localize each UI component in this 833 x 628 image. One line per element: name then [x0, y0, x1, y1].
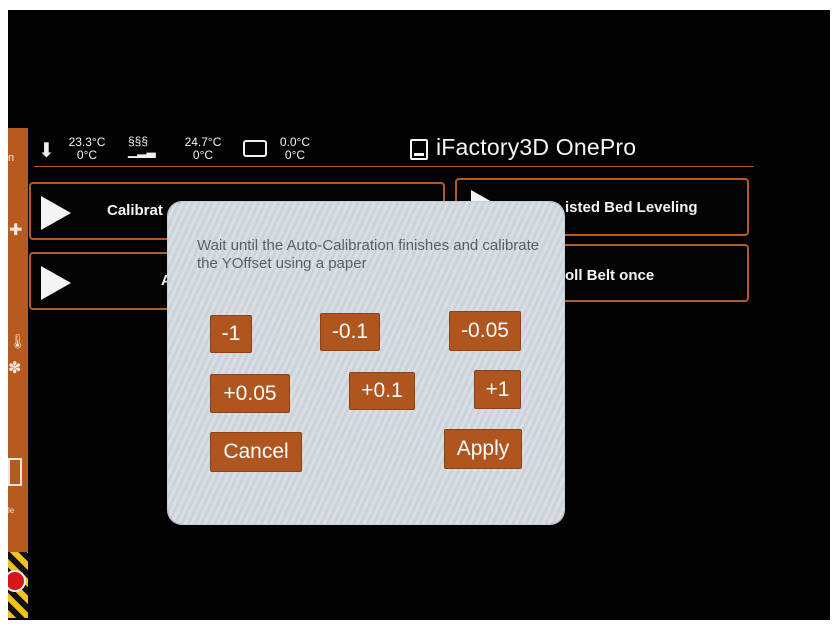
roll-belt-label: oll Belt once	[565, 267, 655, 284]
calibrate-label: Calibrat	[107, 202, 163, 219]
yoffset-calibration-dialog: Wait until the Auto-Calibration finishes…	[168, 202, 564, 524]
printer-title: iFactory3D OnePro	[436, 134, 637, 160]
bed-target-temp: 0°C	[192, 148, 214, 162]
chamber-icon	[243, 140, 267, 157]
minus-0-05-button[interactable]: -0.05	[449, 311, 521, 351]
sidebar-letter: n	[8, 152, 15, 164]
nozzle-target-temp: 0°C	[76, 148, 98, 162]
nozzle-icon: ⬇	[38, 140, 55, 162]
sidebar-file-icon[interactable]	[8, 458, 22, 486]
minus-1-button[interactable]: -1	[210, 315, 252, 353]
chamber-target-temp: 0°C	[284, 148, 306, 162]
printer-icon	[410, 139, 428, 160]
play-icon	[41, 196, 71, 230]
sidebar-thermometer-icon[interactable]: 🌡	[9, 333, 27, 350]
sidebar-tool-icon[interactable]: ✚	[9, 220, 22, 240]
chamber-temperature: 0.0°C 0°C	[270, 136, 320, 162]
sidebar-fan-icon[interactable]: ✽	[8, 358, 21, 378]
apply-button[interactable]: Apply	[444, 429, 522, 469]
bed-temperature: 24.7°C 0°C	[178, 136, 228, 162]
minus-0-1-button[interactable]: -0.1	[320, 313, 380, 351]
dialog-message: Wait until the Auto-Calibration finishes…	[197, 237, 540, 272]
cancel-button[interactable]: Cancel	[210, 432, 302, 472]
status-divider	[34, 166, 754, 167]
plus-0-1-button[interactable]: +0.1	[349, 372, 415, 410]
assisted-bed-leveling-label: isted Bed Leveling	[565, 199, 698, 216]
sidebar-label: le	[8, 506, 15, 515]
printer-screen: n ✚ 🌡 ✽ le ⬇ 23.3°C 0°C §§§ ▁▂▃ 24.7°C 0°…	[8, 10, 830, 620]
play-icon	[41, 266, 71, 300]
plus-0-05-button[interactable]: +0.05	[210, 374, 290, 413]
nozzle-temperature: 23.3°C 0°C	[62, 136, 112, 162]
plus-1-button[interactable]: +1	[474, 370, 521, 409]
left-sidebar: n ✚ 🌡 ✽ le	[8, 128, 28, 618]
heated-bed-icon: §§§ ▁▂▃	[128, 134, 156, 158]
